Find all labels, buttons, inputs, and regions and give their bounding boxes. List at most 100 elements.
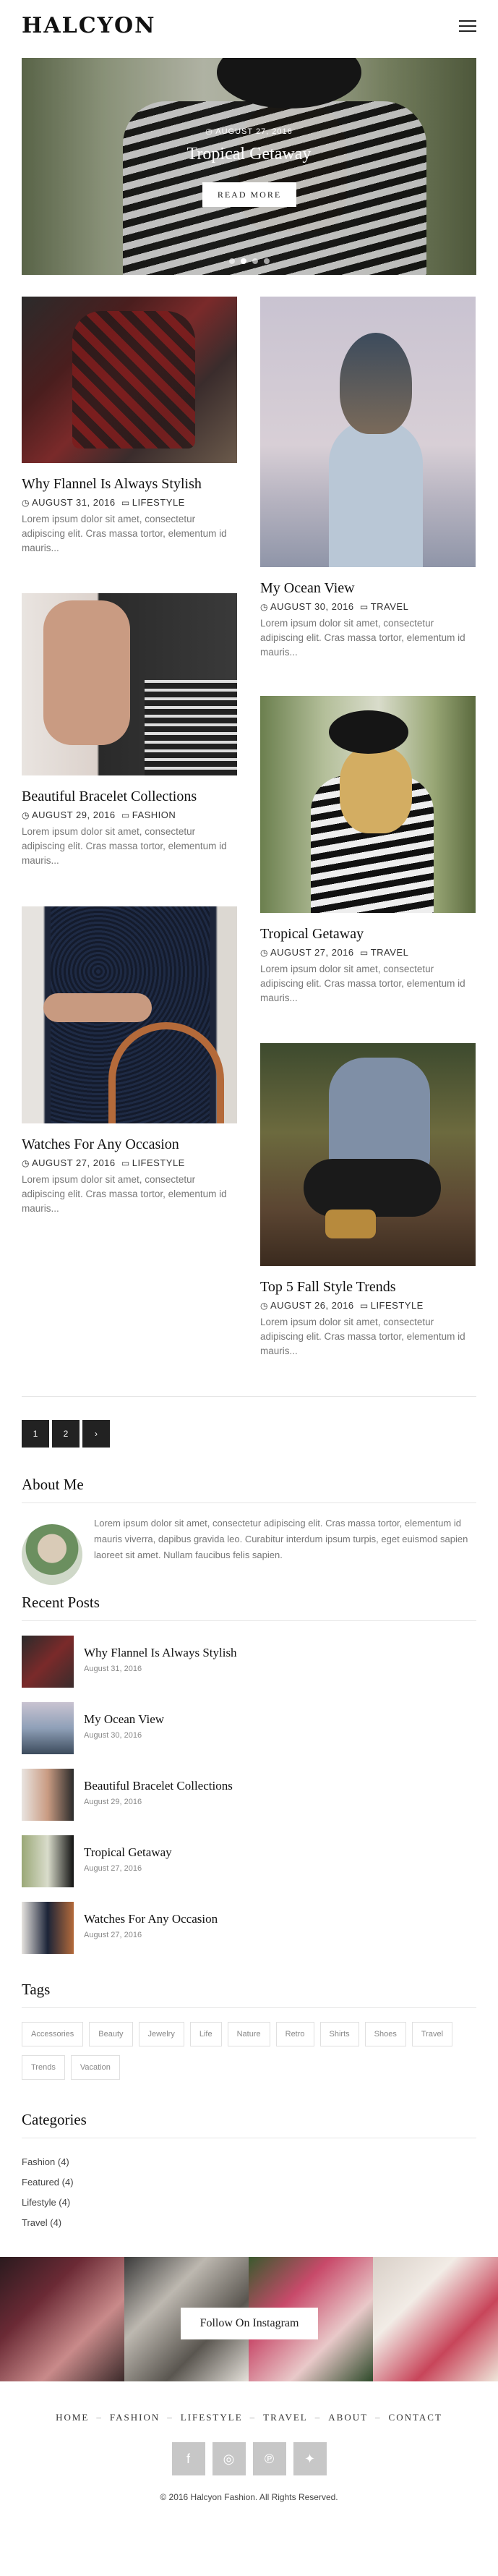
post-excerpt: Lorem ipsum dolor sit amet, consectetur … bbox=[260, 964, 465, 1003]
recent-post-thumb[interactable] bbox=[22, 1769, 74, 1821]
pinterest-icon[interactable]: ℗ bbox=[252, 2442, 286, 2475]
clock-icon: ◷ bbox=[22, 810, 30, 820]
recent-post-date: August 27, 2016 bbox=[84, 1931, 142, 1939]
footer-nav-home[interactable]: HOME bbox=[56, 2412, 89, 2423]
folder-icon: ▭ bbox=[121, 498, 130, 508]
tag-item[interactable]: Retro bbox=[275, 2022, 314, 2046]
slider-dot[interactable] bbox=[228, 258, 235, 264]
recent-post-title[interactable]: Why Flannel Is Always Stylish bbox=[84, 1646, 237, 1660]
post-meta: ◷ AUGUST 27, 2016 ▭ LIFESTYLE bbox=[22, 1157, 185, 1168]
site-header: HALCYON bbox=[0, 0, 498, 58]
post-image[interactable] bbox=[260, 696, 476, 913]
post-title[interactable]: Watches For Any Occasion bbox=[22, 1136, 237, 1153]
post-card: My Ocean View ◷ AUGUST 30, 2016 ▭ TRAVEL L… bbox=[260, 297, 476, 660]
post-card: Beautiful Bracelet Collections ◷ AUGUST 2… bbox=[22, 593, 237, 868]
post-title[interactable]: Why Flannel Is Always Stylish bbox=[22, 476, 237, 493]
divider bbox=[22, 1620, 476, 1621]
about-text: Lorem ipsum dolor sit amet, consectetur … bbox=[94, 1518, 468, 1560]
hero-slider[interactable]: ◷ AUGUST 27, 2016 Tropical Getaway READ … bbox=[22, 58, 476, 275]
recent-post-item[interactable]: Why Flannel Is Always Stylish August 31,… bbox=[22, 1636, 476, 1688]
hero-date: ◷ AUGUST 27, 2016 bbox=[205, 127, 293, 136]
read-more-button[interactable]: READ MORE bbox=[202, 182, 296, 207]
instagram-photo[interactable] bbox=[0, 2257, 124, 2381]
category-item[interactable]: Featured (4) bbox=[22, 2172, 74, 2193]
slider-dot[interactable] bbox=[252, 258, 258, 264]
recent-post-item[interactable]: Tropical Getaway August 27, 2016 bbox=[22, 1835, 476, 1887]
category-item[interactable]: Travel (4) bbox=[22, 2213, 74, 2233]
divider bbox=[22, 2007, 476, 2008]
about-title: About Me bbox=[22, 1476, 84, 1493]
tag-item[interactable]: Nature bbox=[227, 2022, 270, 2046]
slider-dot[interactable] bbox=[263, 258, 270, 264]
post-excerpt: Lorem ipsum dolor sit amet, consectetur … bbox=[22, 826, 227, 866]
clock-icon: ◷ bbox=[260, 602, 268, 612]
slider-dots bbox=[22, 255, 476, 268]
post-excerpt: Lorem ipsum dolor sit amet, consectetur … bbox=[260, 1317, 465, 1356]
clock-icon: ◷ bbox=[260, 1301, 268, 1311]
facebook-icon[interactable]: f bbox=[171, 2442, 205, 2475]
post-image[interactable] bbox=[260, 297, 476, 567]
tag-item[interactable]: Shoes bbox=[364, 2022, 406, 2046]
tag-item[interactable]: Accessories bbox=[22, 2022, 84, 2046]
post-image[interactable] bbox=[22, 297, 237, 463]
footer-nav-contact[interactable]: CONTACT bbox=[389, 2412, 442, 2423]
recent-post-title[interactable]: Tropical Getaway bbox=[84, 1845, 172, 1860]
instagram-feed: Follow On Instagram bbox=[0, 2257, 498, 2381]
tag-item[interactable]: Beauty bbox=[89, 2022, 133, 2046]
twitter-icon[interactable]: ✦ bbox=[293, 2442, 327, 2475]
category-item[interactable]: Fashion (4) bbox=[22, 2152, 74, 2172]
post-title[interactable]: My Ocean View bbox=[260, 580, 476, 597]
recent-post-item[interactable]: Watches For Any Occasion August 27, 2016 bbox=[22, 1902, 476, 1954]
post-image[interactable] bbox=[22, 906, 237, 1123]
post-excerpt: Lorem ipsum dolor sit amet, consectetur … bbox=[22, 514, 227, 553]
footer-nav-about[interactable]: ABOUT bbox=[328, 2412, 368, 2423]
recent-post-thumb[interactable] bbox=[22, 1636, 74, 1688]
tag-item[interactable]: Shirts bbox=[319, 2022, 359, 2046]
clock-icon: ◷ bbox=[22, 1158, 30, 1168]
post-image[interactable] bbox=[22, 593, 237, 775]
hero-title[interactable]: Tropical Getaway bbox=[22, 145, 476, 164]
footer-nav-fashion[interactable]: FASHION bbox=[110, 2412, 160, 2423]
follow-instagram-button[interactable]: Follow On Instagram bbox=[181, 2308, 318, 2339]
post-meta: ◷ AUGUST 31, 2016 ▭ LIFESTYLE bbox=[22, 497, 185, 508]
post-card: Top 5 Fall Style Trends ◷ AUGUST 26, 2016… bbox=[260, 1043, 476, 1359]
folder-icon: ▭ bbox=[359, 948, 369, 958]
folder-icon: ▭ bbox=[359, 1301, 369, 1311]
recent-post-thumb[interactable] bbox=[22, 1702, 74, 1754]
recent-post-title[interactable]: My Ocean View bbox=[84, 1712, 164, 1727]
tag-item[interactable]: Jewelry bbox=[138, 2022, 184, 2046]
category-item[interactable]: Lifestyle (4) bbox=[22, 2193, 74, 2213]
slider-dot-active[interactable] bbox=[240, 258, 246, 264]
next-page-button[interactable]: › bbox=[82, 1420, 110, 1448]
instagram-photo[interactable] bbox=[373, 2257, 498, 2381]
category-list: Fashion (4) Featured (4) Lifestyle (4) T… bbox=[22, 2152, 74, 2233]
post-image[interactable] bbox=[260, 1043, 476, 1266]
page-1-button[interactable]: 1 bbox=[22, 1420, 49, 1448]
tag-item[interactable]: Travel bbox=[411, 2022, 453, 2046]
recent-post-date: August 30, 2016 bbox=[84, 1731, 142, 1740]
recent-post-date: August 27, 2016 bbox=[84, 1864, 142, 1873]
recent-posts-title: Recent Posts bbox=[22, 1594, 100, 1611]
post-title[interactable]: Beautiful Bracelet Collections bbox=[22, 788, 237, 805]
clock-icon: ◷ bbox=[22, 498, 30, 508]
footer-nav-lifestyle[interactable]: LIFESTYLE bbox=[181, 2412, 243, 2423]
footer-nav-travel[interactable]: TRAVEL bbox=[263, 2412, 308, 2423]
social-links: f ◎ ℗ ✦ bbox=[0, 2442, 498, 2475]
tag-item[interactable]: Vacation bbox=[70, 2055, 120, 2080]
instagram-icon[interactable]: ◎ bbox=[212, 2442, 246, 2475]
clock-icon: ◷ bbox=[260, 948, 268, 958]
recent-post-item[interactable]: My Ocean View August 30, 2016 bbox=[22, 1702, 476, 1754]
site-logo[interactable]: HALCYON bbox=[22, 13, 156, 38]
recent-post-thumb[interactable] bbox=[22, 1835, 74, 1887]
recent-post-title[interactable]: Beautiful Bracelet Collections bbox=[84, 1779, 233, 1793]
tag-item[interactable]: Life bbox=[189, 2022, 222, 2046]
post-title[interactable]: Top 5 Fall Style Trends bbox=[260, 1279, 476, 1296]
recent-post-thumb[interactable] bbox=[22, 1902, 74, 1954]
tag-item[interactable]: Trends bbox=[22, 2055, 65, 2080]
post-title[interactable]: Tropical Getaway bbox=[260, 926, 476, 943]
recent-post-title[interactable]: Watches For Any Occasion bbox=[84, 1912, 218, 1926]
page-2-button[interactable]: 2 bbox=[52, 1420, 80, 1448]
post-card: Why Flannel Is Always Stylish ◷ AUGUST 31… bbox=[22, 297, 237, 556]
menu-icon[interactable] bbox=[459, 20, 476, 33]
recent-post-item[interactable]: Beautiful Bracelet Collections August 29… bbox=[22, 1769, 476, 1821]
